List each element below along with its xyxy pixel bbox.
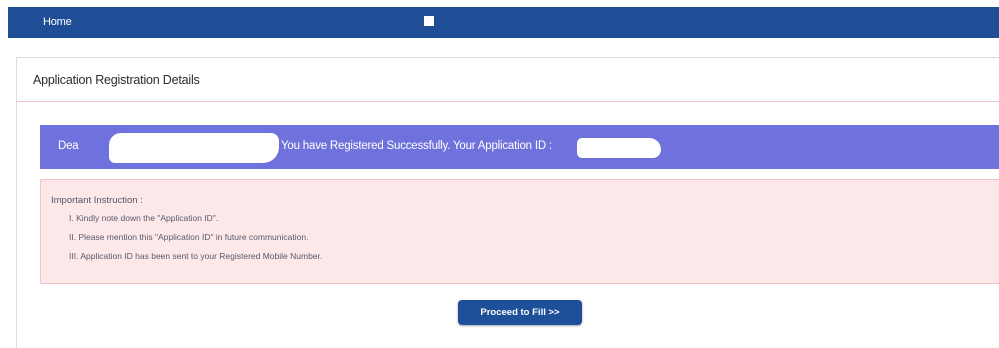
panel-title: Application Registration Details (33, 73, 200, 87)
instruction-item: II. Please mention this "Application ID"… (69, 232, 309, 242)
nav-square-icon (424, 16, 434, 26)
panel-heading: Application Registration Details (17, 58, 999, 102)
instruction-box: Important Instruction : I. Kindly note d… (40, 179, 999, 284)
instruction-item: I. Kindly note down the "Application ID"… (69, 213, 219, 223)
redacted-application-id (577, 138, 661, 158)
redacted-name (109, 133, 279, 163)
instruction-heading: Important Instruction : (51, 195, 143, 206)
registration-panel: Application Registration Details Dea You… (16, 57, 999, 348)
success-alert: Dea You have Registered Successfully. Yo… (40, 125, 999, 169)
nav-home-link[interactable]: Home (43, 16, 72, 28)
instruction-item: III. Application ID has been sent to you… (69, 251, 323, 261)
success-prefix: Dea (58, 140, 79, 152)
success-message: You have Registered Successfully. Your A… (281, 140, 552, 152)
proceed-to-fill-button[interactable]: Proceed to Fill >> (458, 300, 582, 325)
top-navbar: Home (8, 7, 999, 38)
